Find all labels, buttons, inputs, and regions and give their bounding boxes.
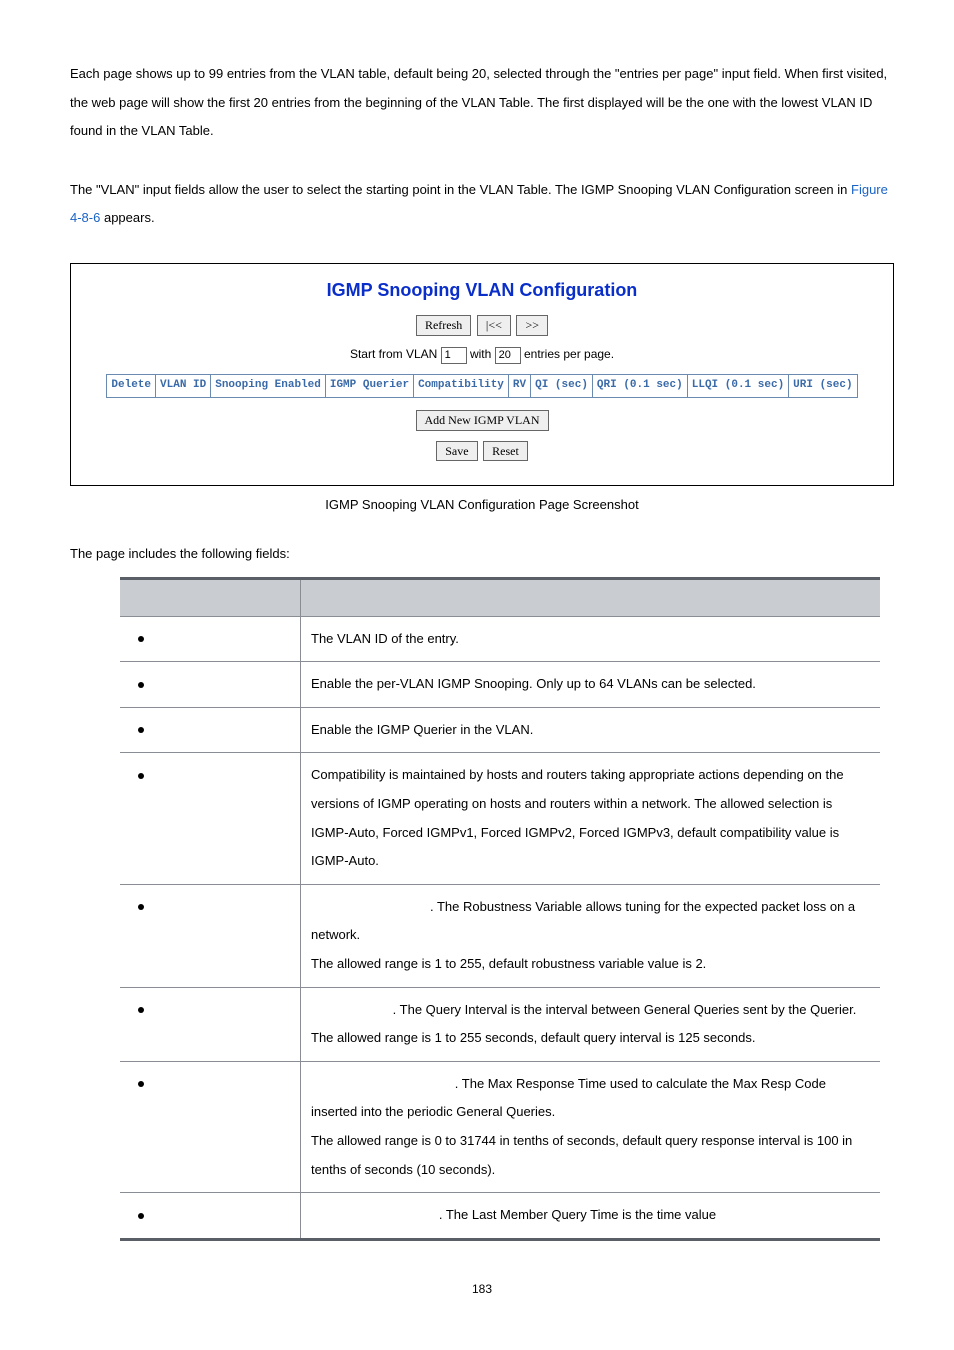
start-from-label: Start from VLAN [350,347,441,361]
start-vlan-input[interactable]: 1 [441,347,467,364]
desc-snooping-enabled: Enable the per-VLAN IGMP Snooping. Only … [301,662,881,708]
save-reset-row: Save Reset [71,441,893,462]
desc-llqi: LLQI (LMQI for IGMP). The Last Member Qu… [301,1193,881,1240]
col-qri: QRI (0.1 sec) [592,375,687,397]
desc-qi: Query Interval. The Query Interval is th… [301,987,881,1061]
refresh-button[interactable]: Refresh [416,315,471,336]
fields-header-desc [301,578,881,616]
desc-igmp-querier: Enable the IGMP Querier in the VLAN. [301,707,881,753]
add-button-row: Add New IGMP VLAN [71,410,893,431]
col-qi: QI (sec) [531,375,593,397]
intro-p2b: appears. [100,210,154,225]
intro-paragraph-2: The "VLAN" input fields allow the user t… [70,176,894,233]
qi-text-a: . The Query Interval is the interval bet… [393,1002,857,1017]
bullet-icon [138,1007,144,1013]
desc-vlan-id: The VLAN ID of the entry. [301,616,881,662]
row-qri: Query Response Interval. The Max Respons… [120,1061,880,1192]
screenshot-caption: IGMP Snooping VLAN Configuration Page Sc… [70,496,894,514]
llqi-text-a: . The Last Member Query Time is the time… [439,1207,716,1222]
rv-text-b: The allowed range is 1 to 255, default r… [311,956,706,971]
bullet-icon [138,904,144,910]
row-rv: Robustness Variable. The Robustness Vari… [120,884,880,987]
screenshot-title: IGMP Snooping VLAN Configuration [71,278,893,303]
qri-text-a: . The Max Response Time used to calculat… [311,1076,826,1120]
bullet-icon [138,682,144,688]
save-button[interactable]: Save [436,441,477,462]
screenshot-box: IGMP Snooping VLAN Configuration Refresh… [70,263,894,486]
row-llqi: LLQI (LMQI for IGMP). The Last Member Qu… [120,1193,880,1240]
reset-button[interactable]: Reset [483,441,528,462]
bullet-icon [138,727,144,733]
page-number: 183 [70,1281,894,1298]
start-from-row: Start from VLAN 1 with 20 entries per pa… [71,346,893,364]
bullet-icon [138,773,144,779]
intro-p2a: The "VLAN" input fields allow the user t… [70,182,851,197]
bullet-icon [138,636,144,642]
fields-table: The VLAN ID of the entry. Enable the per… [120,577,880,1241]
col-snooping-enabled: Snooping Enabled [211,375,326,397]
col-igmp-querier: IGMP Querier [325,375,413,397]
col-uri: URI (sec) [789,375,857,397]
first-page-button[interactable]: |<< [477,315,511,336]
desc-compatibility: Compatibility is maintained by hosts and… [301,753,881,884]
entries-per-page-label: entries per page. [521,347,614,361]
desc-qri: Query Response Interval. The Max Respons… [301,1061,881,1192]
col-compatibility: Compatibility [414,375,509,397]
desc-rv: Robustness Variable. The Robustness Vari… [301,884,881,987]
nav-button-row: Refresh |<< >> [71,315,893,336]
row-qi: Query Interval. The Query Interval is th… [120,987,880,1061]
col-delete: Delete [107,375,156,397]
vlan-header-table: Delete VLAN ID Snooping Enabled IGMP Que… [106,374,857,397]
row-compatibility: Compatibility is maintained by hosts and… [120,753,880,884]
col-vlan-id: VLAN ID [156,375,211,397]
bullet-icon [138,1213,144,1219]
add-new-igmp-vlan-button[interactable]: Add New IGMP VLAN [416,410,549,431]
row-igmp-querier: Enable the IGMP Querier in the VLAN. [120,707,880,753]
next-page-button[interactable]: >> [516,315,548,336]
qri-text-b: The allowed range is 0 to 31744 in tenth… [311,1133,852,1177]
qi-text-b: The allowed range is 1 to 255 seconds, d… [311,1030,755,1045]
entries-per-page-input[interactable]: 20 [495,347,521,364]
col-llqi: LLQI (0.1 sec) [687,375,788,397]
intro-paragraph-1: Each page shows up to 99 entries from th… [70,60,894,146]
bullet-icon [138,1081,144,1087]
fields-header-object [120,578,301,616]
row-snooping-enabled: Enable the per-VLAN IGMP Snooping. Only … [120,662,880,708]
rv-text-a: . The Robustness Variable allows tuning … [311,899,855,943]
row-vlan-id: The VLAN ID of the entry. [120,616,880,662]
col-rv: RV [508,375,530,397]
fields-intro: The page includes the following fields: [70,545,894,563]
with-label: with [467,347,495,361]
